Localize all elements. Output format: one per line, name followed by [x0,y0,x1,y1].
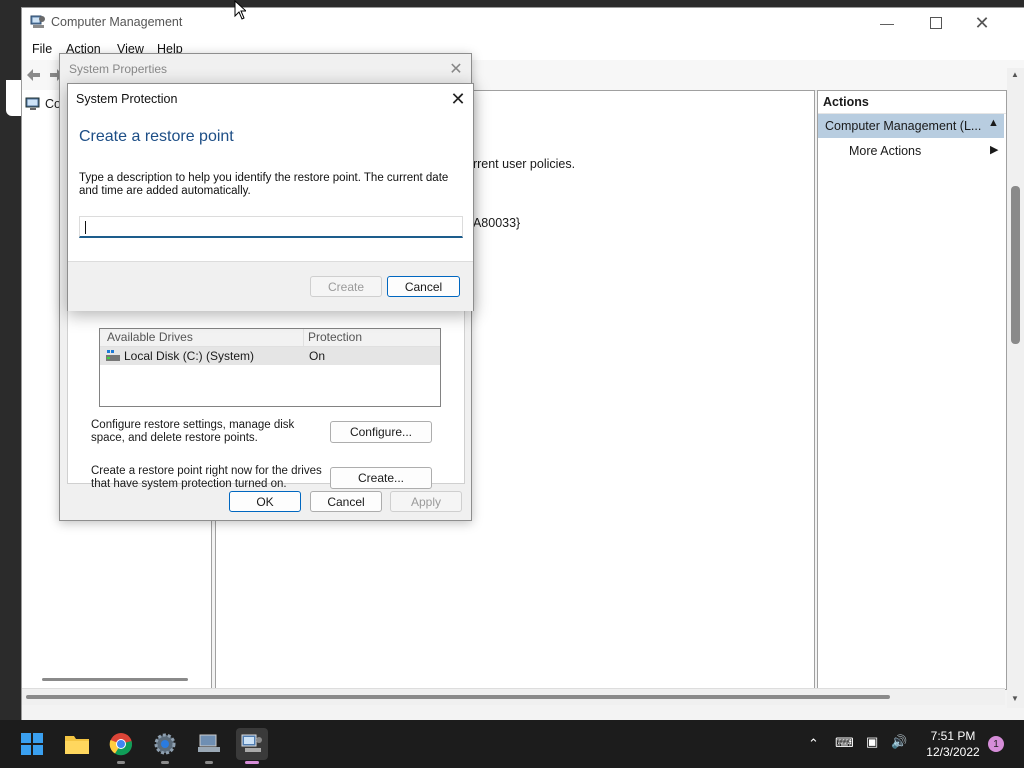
drive-icon [106,350,120,361]
cancel-button[interactable]: Cancel [387,276,460,297]
running-indicator [205,761,213,764]
vertical-scrollbar[interactable]: ▲ ▼ [1007,68,1024,708]
drives-list-header: Available Drives Protection [100,329,440,347]
horizontal-scrollbar-thumb[interactable] [26,695,890,699]
system-protection-dialog: System Protection ✕ Create a restore poi… [67,83,474,311]
minimize-icon: — [880,15,894,31]
background-window-edge [6,80,22,116]
computer-management-icon [241,734,262,752]
tree-horizontal-scrollbar[interactable] [42,678,188,681]
actions-header-label: Actions [823,95,869,109]
ok-button[interactable]: OK [229,491,301,512]
apply-button[interactable]: Apply [390,491,462,512]
gear-icon [154,733,176,755]
dialog-title: System Properties [69,62,168,76]
taskbar-chrome[interactable] [105,728,137,764]
collapse-up-icon: ▲ [988,117,999,129]
volume-icon[interactable]: 🔊 [891,734,907,750]
computer-icon [25,97,40,110]
maximize-button[interactable] [913,8,959,38]
mouse-cursor-icon [234,0,246,20]
close-button[interactable]: ✕ [446,88,470,110]
center-text-line: urrent user policies. [466,157,576,171]
center-guid-text: 0A80033} [466,216,521,230]
text-caret [85,221,86,234]
restore-point-description-input[interactable] [79,216,463,238]
title-bar[interactable]: Computer Management — ✕ [22,8,1024,38]
taskbar-settings[interactable] [149,728,181,764]
dialog-footer: Create Cancel [68,261,473,311]
submenu-arrow-icon: ▶ [990,144,999,156]
keyboard-icon[interactable]: ⌨ [835,735,854,751]
horizontal-scrollbar[interactable] [22,688,1005,705]
available-drives-list[interactable]: Available Drives Protection Local Disk (… [99,328,441,407]
configure-description: Configure restore settings, manage disk … [91,419,295,444]
running-indicator [161,761,169,764]
computer-icon [198,734,220,752]
computer-management-icon [30,15,45,28]
column-header-drives[interactable]: Available Drives [107,330,193,344]
clock-time: 7:51 PM [930,729,976,743]
drive-name: Local Disk (C:) (System) [124,349,255,363]
create-button[interactable]: Create [310,276,382,297]
back-arrow-icon [27,69,40,81]
notification-badge[interactable]: 1 [988,736,1004,752]
folder-icon [65,736,89,754]
actions-header: Actions [818,91,1006,114]
column-header-protection[interactable]: Protection [308,330,362,344]
close-icon: ✕ [449,61,463,78]
clock[interactable]: 7:51 PM 12/3/2022 [918,728,988,760]
more-actions-item[interactable]: More Actions ▶ [818,141,1004,161]
configure-button[interactable]: Configure... [330,421,432,443]
column-divider [303,329,304,346]
more-actions-label: More Actions [849,144,922,158]
taskbar: ⌃ ⌨ ▣ 🔊 7:51 PM 12/3/2022 1 [0,720,1024,768]
chrome-icon [109,733,133,756]
close-button[interactable]: ✕ [959,8,1005,38]
minimize-button[interactable]: — [864,8,910,38]
actions-section-computer-management[interactable]: Computer Management (L... ▲ [818,114,1004,138]
create-restore-point-button[interactable]: Create... [330,467,432,489]
close-icon: ✕ [450,88,466,109]
running-indicator [117,761,125,764]
drive-row-c[interactable]: Local Disk (C:) (System) On [100,347,440,365]
show-hidden-icons-chevron-icon[interactable]: ⌃ [808,736,819,752]
tree-item-root[interactable]: Co [25,96,61,112]
maximize-icon [930,17,942,29]
window-title: Computer Management [51,15,183,29]
clock-date: 12/3/2022 [926,745,980,759]
start-button[interactable] [16,728,48,760]
dialog-title-bar[interactable]: System Properties ✕ [60,54,471,84]
menu-file[interactable]: File [32,40,52,58]
taskbar-computer-management[interactable] [236,728,268,764]
taskbar-system-app[interactable] [193,728,225,764]
scroll-down-icon: ▼ [1011,694,1019,703]
back-button[interactable] [26,67,42,83]
close-button[interactable]: ✕ [445,58,467,80]
network-icon[interactable]: ▣ [866,734,878,750]
dialog-description: Type a description to help you identify … [79,172,449,197]
dialog-title: System Protection [76,92,178,106]
taskbar-file-explorer[interactable] [61,728,93,760]
active-indicator [245,761,259,764]
drive-protection-status: On [309,349,326,363]
vertical-scrollbar-thumb[interactable] [1011,186,1020,344]
actions-section-label: Computer Management (L... [825,119,982,133]
windows-logo-icon [21,733,43,755]
close-icon: ✕ [974,12,990,33]
scroll-up-icon: ▲ [1011,70,1019,79]
actions-pane: Actions Computer Management (L... ▲ More… [817,90,1007,690]
create-description: Create a restore point right now for the… [91,465,322,490]
dialog-heading: Create a restore point [79,128,234,145]
cancel-button[interactable]: Cancel [310,491,382,512]
